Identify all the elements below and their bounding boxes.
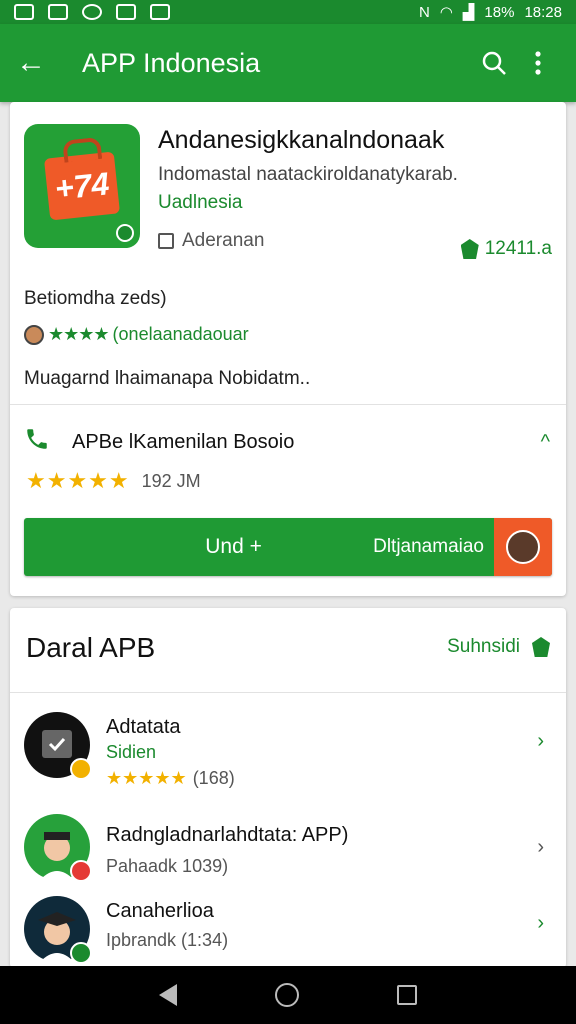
star-rating-icon: ★★★★ — [48, 324, 110, 344]
list-item-name: Canaherlioa — [106, 900, 214, 922]
arrow-left-icon[interactable]: ← — [16, 46, 56, 80]
image-notification-icon — [14, 4, 34, 20]
category: Aderanan — [158, 230, 264, 252]
list-item[interactable]: Radngladnarlahdtata: APP) Pahaadk 1039) … — [24, 814, 550, 886]
reviews-rating-line: ★★★★ (onelaanadaouar — [24, 324, 249, 345]
rating-count: 192 JM — [141, 470, 201, 491]
list-item-name: Adtatata — [106, 716, 181, 738]
app-bar: ← APP Indonesia — [0, 24, 576, 102]
search-icon[interactable] — [472, 50, 516, 76]
chevron-right-icon: › — [537, 912, 544, 934]
app-title: Andanesigkkanalndonaak — [158, 126, 445, 154]
edit-notification-icon — [48, 4, 68, 20]
app-avatar — [24, 896, 92, 964]
divider — [10, 404, 566, 405]
check-notification-icon — [150, 4, 170, 20]
reviews-heading: Betiomdha zeds) — [24, 288, 167, 309]
system-nav-bar — [0, 966, 576, 1024]
app-avatar — [24, 712, 92, 780]
category-label: Aderanan — [182, 230, 265, 251]
install-left-label: Und + — [205, 535, 262, 558]
app-subtitle: Indomastal naatackiroldanatykarab. — [158, 164, 458, 185]
rank-label: 12411.a — [484, 238, 552, 259]
app-icon: +74 — [24, 124, 140, 248]
see-more-link[interactable]: Suhnsidi — [447, 636, 550, 658]
signal-icon: ▟ — [462, 4, 475, 21]
nfc-icon: N — [418, 3, 430, 21]
back-icon[interactable] — [159, 984, 177, 1006]
reviews-rating-label: (onelaanadaouar — [112, 324, 249, 344]
category-icon — [158, 233, 174, 249]
contact-label: APBe lKamenilan Bosoio — [72, 430, 295, 453]
list-item[interactable]: Canaherlioa Ipbrandk (1:34) › — [24, 896, 550, 966]
status-bar: N ◠ ▟ 18% 18:28 — [0, 0, 576, 24]
wifi-icon: ◠ — [439, 4, 453, 21]
install-button[interactable]: Und + Dltjanamaiao — [24, 518, 552, 576]
shield-icon — [532, 637, 550, 657]
see-more-label: Suhnsidi — [447, 636, 520, 657]
verified-badge-icon — [116, 224, 134, 242]
recents-icon[interactable] — [397, 985, 417, 1005]
chevron-right-icon: › — [537, 730, 544, 752]
chevron-up-icon: ^ — [540, 430, 550, 453]
rating-count: (168) — [192, 768, 235, 788]
clock-notification-icon — [82, 4, 102, 20]
contact-row[interactable]: APBe lKamenilan Bosoio ^ — [24, 424, 550, 460]
chevron-right-icon: › — [537, 836, 544, 858]
rating-row: ★★★★★ 192 JM — [26, 468, 201, 494]
section-title: Daral APB — [26, 632, 156, 663]
battery-level: 18% — [484, 3, 515, 21]
developer-link[interactable]: Uadlnesia — [158, 192, 243, 214]
star-rating-icon: ★★★★★ — [26, 468, 130, 493]
list-item-rating: ★★★★★ (168) — [106, 768, 235, 789]
game-notification-icon — [116, 4, 136, 20]
rank-badge: 12411.a — [460, 238, 552, 260]
app-description: Muagarnd lhaimanapa Nobidatm.. — [24, 368, 311, 389]
app-avatar — [24, 814, 92, 882]
home-icon[interactable] — [275, 983, 299, 1007]
shield-icon — [460, 239, 479, 259]
status-dot-icon — [70, 860, 92, 882]
app-details-card: +74 Andanesigkkanalndonaak Indomastal na… — [10, 102, 566, 596]
related-apps-card: Daral APB Suhnsidi Adtatata Sidien ★★★★★… — [10, 608, 566, 968]
status-dot-icon — [70, 942, 92, 964]
status-dot-icon — [70, 758, 92, 780]
divider — [10, 692, 566, 693]
star-rating-icon: ★★★★★ — [106, 768, 187, 788]
clock: 18:28 — [524, 3, 562, 21]
list-item-sub: Ipbrandk (1:34) — [106, 930, 229, 950]
more-vert-icon[interactable] — [516, 51, 560, 75]
list-item-sub: Sidien — [106, 742, 157, 762]
list-item-name: Radngladnarlahdtata: APP) — [106, 824, 349, 846]
reviewer-avatar-icon — [24, 324, 44, 345]
install-right-label: Dltjanamaiao — [373, 536, 484, 557]
page-title: APP Indonesia — [82, 47, 261, 78]
phone-icon — [24, 426, 72, 459]
list-item[interactable]: Adtatata Sidien ★★★★★ (168) › — [24, 712, 550, 788]
list-item-sub: Pahaadk 1039) — [106, 856, 229, 876]
shopping-bag-icon: +74 — [43, 151, 121, 221]
avatar — [494, 518, 552, 576]
